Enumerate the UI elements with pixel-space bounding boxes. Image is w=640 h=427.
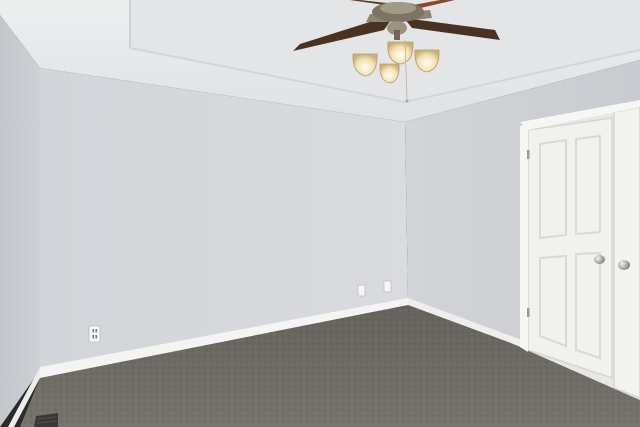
room-drawing (0, 0, 640, 427)
room-scene (0, 0, 640, 427)
outlet-icon (383, 280, 392, 293)
door-knob-icon[interactable] (618, 260, 630, 270)
outlet-icon (357, 284, 366, 297)
outlet-icon (88, 325, 101, 343)
left-wall (0, 15, 40, 427)
door-knob-icon[interactable] (594, 255, 605, 264)
closet-door-right[interactable] (613, 106, 640, 399)
